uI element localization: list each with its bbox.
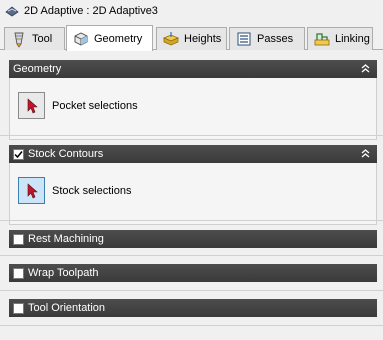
- pocket-selection-row: Pocket selections: [18, 92, 138, 119]
- tab-tool[interactable]: Tool: [4, 27, 65, 50]
- geometry-section: Geometry Pocket selections: [9, 60, 377, 140]
- cursor-arrow-icon: [27, 97, 38, 113]
- section-divider: [0, 220, 383, 221]
- pocket-selection-label: Pocket selections: [52, 99, 138, 112]
- tool-orientation-checkbox[interactable]: [13, 302, 24, 314]
- linking-icon: [314, 33, 330, 46]
- pocket-selection-button[interactable]: [18, 92, 45, 119]
- adaptive-app-icon: [5, 6, 19, 17]
- stock-contours-checkbox[interactable]: [13, 148, 24, 160]
- wrap-toolpath-section: Wrap Toolpath: [9, 264, 377, 282]
- tab-tool-label: Tool: [32, 33, 53, 45]
- section-divider: [0, 135, 383, 136]
- title-bar: 2D Adaptive : 2D Adaptive3: [0, 0, 383, 22]
- rest-machining-checkbox[interactable]: [13, 233, 24, 245]
- geometry-icon: [74, 31, 88, 46]
- stock-selection-row: Stock selections: [18, 177, 131, 204]
- tab-strip: Tool Geometry Heights Passes Linking: [0, 25, 383, 51]
- tab-passes[interactable]: Passes: [229, 27, 305, 50]
- geometry-section-body: Pocket selections: [9, 78, 377, 140]
- tab-linking[interactable]: Linking: [307, 27, 373, 50]
- section-divider: [0, 255, 383, 256]
- tab-linking-label: Linking: [335, 33, 370, 45]
- rest-machining-section-header[interactable]: Rest Machining: [9, 230, 377, 248]
- geometry-tab-content: Geometry Pocket selections Stock Contour…: [0, 50, 383, 340]
- rest-machining-section: Rest Machining: [9, 230, 377, 248]
- tool-orientation-section-header[interactable]: Tool Orientation: [9, 299, 377, 317]
- window-title: 2D Adaptive : 2D Adaptive3: [24, 5, 158, 17]
- passes-icon: [237, 32, 251, 46]
- stock-contours-section-header[interactable]: Stock Contours: [9, 145, 377, 163]
- wrap-toolpath-section-title: Wrap Toolpath: [28, 267, 99, 279]
- cursor-arrow-icon: [27, 182, 38, 198]
- checkmark-icon: [14, 150, 23, 158]
- wrap-toolpath-section-header[interactable]: Wrap Toolpath: [9, 264, 377, 282]
- tool-icon: [14, 32, 24, 48]
- stock-contours-section-body: Stock selections: [9, 163, 377, 225]
- tab-passes-label: Passes: [257, 33, 294, 45]
- tab-heights[interactable]: Heights: [156, 27, 227, 50]
- tab-heights-label: Heights: [184, 33, 222, 45]
- tab-geometry[interactable]: Geometry: [66, 25, 153, 51]
- stock-selection-label: Stock selections: [52, 184, 132, 197]
- geometry-section-title: Geometry: [13, 63, 62, 75]
- collapse-chevron-icon[interactable]: [360, 63, 371, 75]
- stock-contours-section-title: Stock Contours: [28, 148, 104, 160]
- tool-orientation-section: Tool Orientation: [9, 299, 377, 317]
- section-divider: [0, 290, 383, 291]
- heights-icon: [162, 32, 180, 46]
- rest-machining-section-title: Rest Machining: [28, 233, 104, 245]
- tab-geometry-label: Geometry: [94, 32, 143, 45]
- stock-contours-section: Stock Contours Stock selections: [9, 145, 377, 225]
- tool-orientation-section-title: Tool Orientation: [28, 302, 106, 314]
- wrap-toolpath-checkbox[interactable]: [13, 267, 24, 279]
- stock-selection-button[interactable]: [18, 177, 45, 204]
- collapse-chevron-icon[interactable]: [360, 148, 371, 160]
- section-divider: [0, 325, 383, 326]
- geometry-section-header[interactable]: Geometry: [9, 60, 377, 78]
